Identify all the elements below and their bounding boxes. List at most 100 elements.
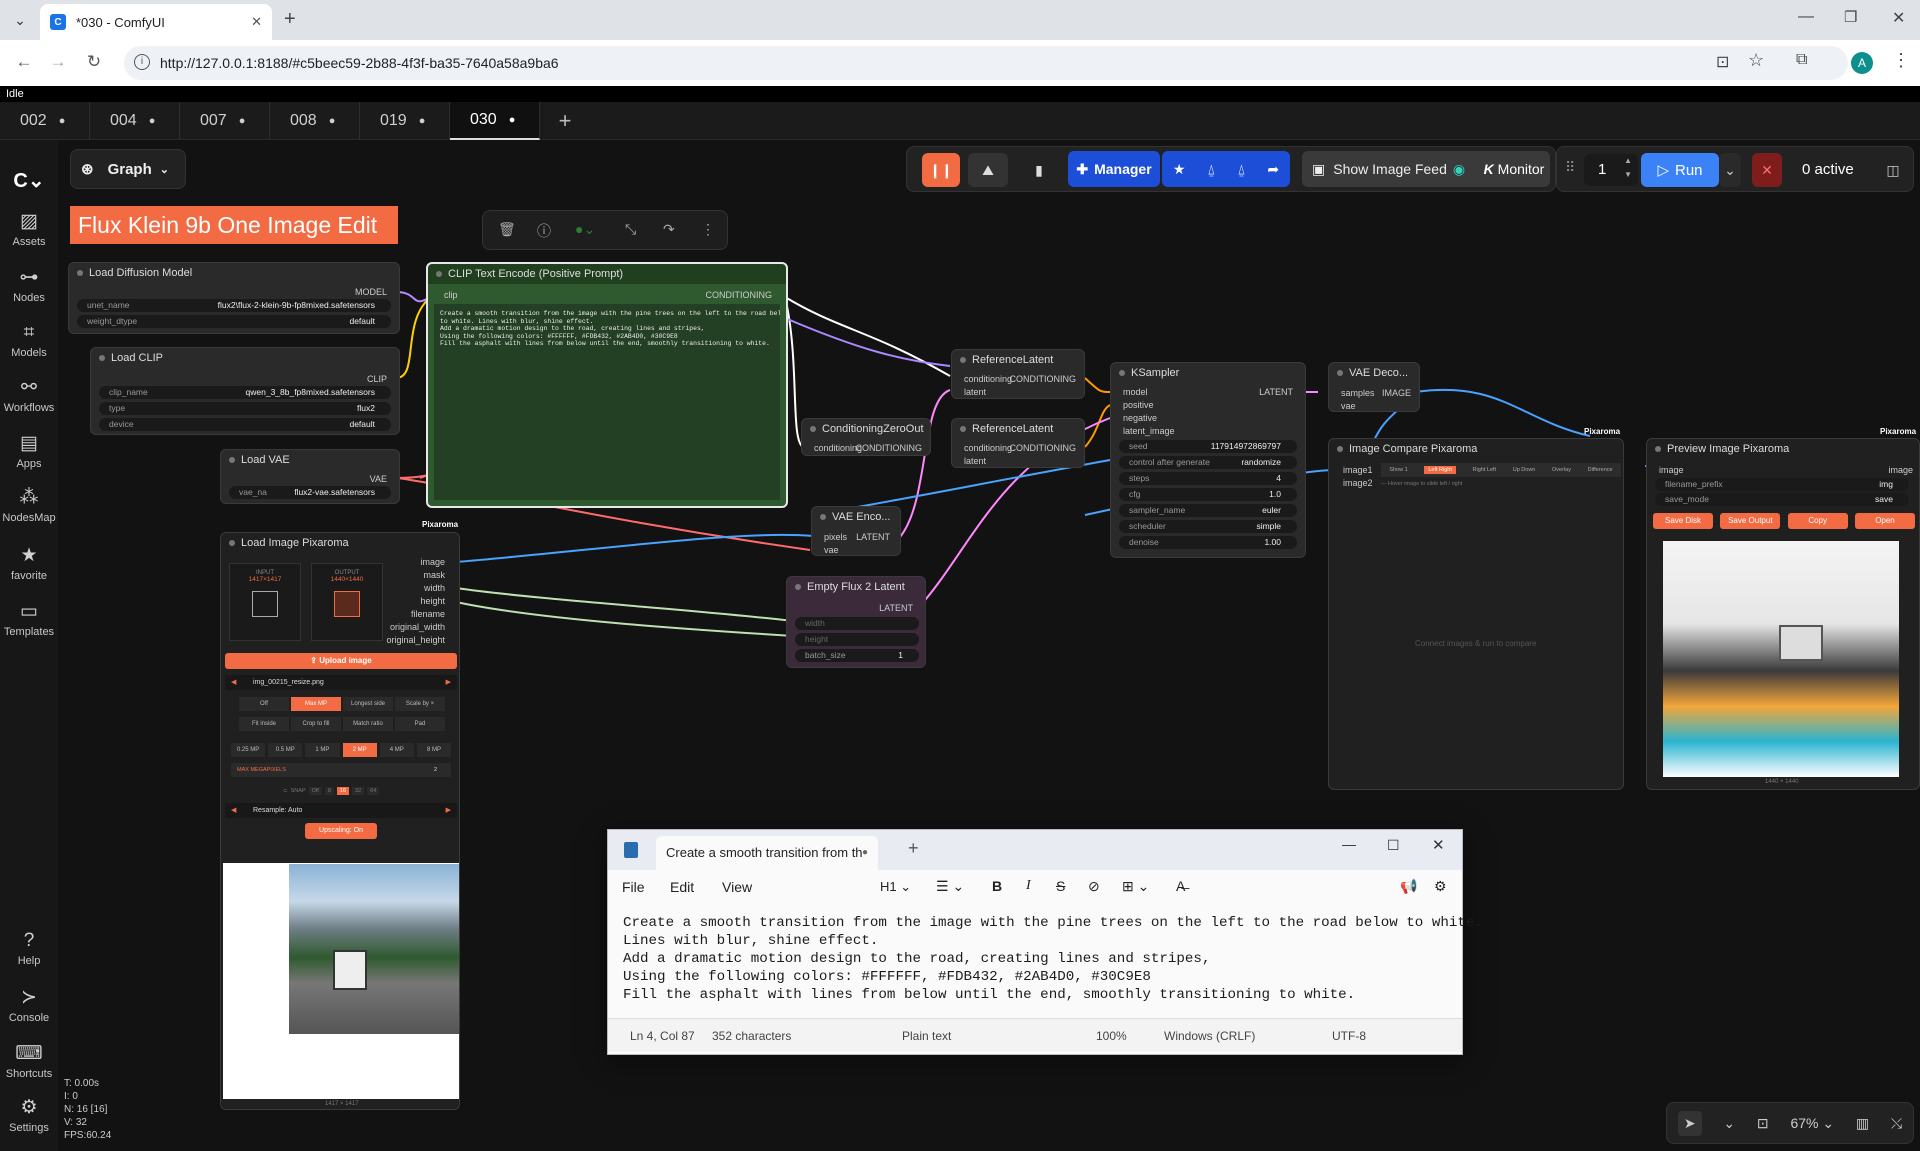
batch-size-widget[interactable]: batch_size 1 bbox=[795, 649, 919, 662]
node-reference-latent[interactable]: ReferenceLatent conditioning CONDITIONIN… bbox=[951, 418, 1085, 468]
node-clip-text-encode[interactable]: CLIP Text Encode (Positive Prompt) clip … bbox=[426, 262, 788, 508]
node-load-diffusion-model[interactable]: Load Diffusion Model MODEL unet_name flux… bbox=[68, 262, 400, 334]
resample-select[interactable]: Resample: Auto ◀ ▶ bbox=[225, 803, 457, 818]
mp-option[interactable]: 0.25 MP bbox=[231, 743, 266, 757]
new-tab-icon[interactable]: + bbox=[908, 838, 919, 859]
node-empty-flux2-latent[interactable]: Empty Flux 2 Latent LATENT width height … bbox=[786, 576, 926, 668]
node-load-clip[interactable]: Load CLIP CLIP clip_name qwen_3_8b_fp8mix… bbox=[90, 347, 400, 435]
widget-value: flux2-vae.safetensors bbox=[294, 487, 375, 497]
save-output-button[interactable]: Save Output bbox=[1720, 513, 1781, 529]
steps-widget[interactable]: steps 4 bbox=[1119, 472, 1297, 485]
height-input[interactable]: height bbox=[795, 633, 919, 646]
fit-option[interactable]: Off bbox=[239, 697, 289, 711]
table-icon[interactable]: ⊞ ⌄ bbox=[1122, 878, 1149, 895]
notepad-tab[interactable]: Create a smooth transition from th ● bbox=[656, 836, 878, 870]
link-icon[interactable]: ⊘ bbox=[1088, 878, 1100, 895]
control-after-generate-widget[interactable]: control after generate randomize bbox=[1119, 456, 1297, 469]
strikethrough-icon[interactable]: S bbox=[1056, 878, 1065, 894]
zoom-control[interactable]: 67% ⌄ bbox=[1790, 1115, 1834, 1132]
node-load-image-pixaroma[interactable]: Load Image Pixaroma image mask width hei… bbox=[220, 532, 460, 1110]
file-select[interactable]: img_00215_resize.png ◀ ▶ bbox=[225, 675, 457, 690]
fit-view-icon[interactable]: ⊡ bbox=[1757, 1115, 1769, 1132]
node-image-compare[interactable]: Image Compare Pixaroma image1 image2 Sho… bbox=[1328, 438, 1624, 790]
node-conditioning-zero-out[interactable]: ConditioningZeroOut conditioning CONDITI… bbox=[801, 418, 931, 456]
unet-name-widget[interactable]: unet_name flux2\flux-2-klein-9b-fp8mixed.… bbox=[77, 299, 391, 312]
node-vae-encode[interactable]: VAE Enco... pixels LATENT vae bbox=[811, 506, 901, 556]
mp-option-active[interactable]: 2 MP bbox=[342, 743, 377, 757]
upscaling-toggle[interactable]: Upscaling: On bbox=[305, 823, 377, 839]
denoise-widget[interactable]: denoise 1.00 bbox=[1119, 536, 1297, 549]
weight-dtype-widget[interactable]: weight_dtype default bbox=[77, 315, 391, 328]
node-load-vae[interactable]: Load VAE VAE vae_na flux2-vae.safetensors bbox=[220, 449, 400, 504]
notepad-textarea[interactable]: Create a smooth transition from the imag… bbox=[608, 904, 1483, 1018]
mp-option[interactable]: 8 MP bbox=[416, 743, 452, 757]
node-reference-latent[interactable]: ReferenceLatent conditioning CONDITIONIN… bbox=[951, 349, 1085, 399]
snap-option[interactable]: Off bbox=[308, 787, 322, 795]
copilot-icon[interactable]: 📢 bbox=[1400, 878, 1417, 895]
mode-tab[interactable]: Difference bbox=[1588, 467, 1613, 473]
mode-tab[interactable]: Overlay bbox=[1552, 467, 1571, 473]
fit-behavior[interactable]: Match ratio bbox=[343, 717, 393, 731]
mode-tab[interactable]: Show 1 bbox=[1389, 467, 1407, 473]
filename-prefix-widget[interactable]: filename_prefix img bbox=[1655, 478, 1909, 491]
clip-name-widget[interactable]: clip_name qwen_3_8b_fp8mixed.safetensors bbox=[99, 386, 391, 399]
hide-links-icon[interactable]: ⤯ bbox=[1891, 1115, 1902, 1132]
copy-button[interactable]: Copy bbox=[1787, 513, 1848, 529]
heading-select[interactable]: H1 ⌄ bbox=[880, 879, 911, 895]
clear-format-icon[interactable]: A̶ bbox=[1176, 878, 1185, 894]
mp-option[interactable]: 1 MP bbox=[305, 743, 340, 757]
fit-option[interactable]: Longest side bbox=[343, 697, 393, 711]
prompt-textarea[interactable]: Create a smooth transition from the imag… bbox=[434, 304, 780, 500]
width-input[interactable]: width bbox=[795, 617, 919, 630]
minimap-icon[interactable]: ▥ bbox=[1856, 1115, 1869, 1132]
vae-name-widget[interactable]: vae_na flux2-vae.safetensors bbox=[229, 486, 391, 499]
menu-file[interactable]: File bbox=[622, 879, 645, 895]
close-icon[interactable]: ✕ bbox=[1432, 836, 1445, 854]
fit-behavior[interactable]: Pad bbox=[395, 717, 445, 731]
mode-tab-active[interactable]: Left Right bbox=[1424, 466, 1456, 474]
save-disk-button[interactable]: Save Disk bbox=[1653, 513, 1713, 529]
node-preview-image[interactable]: Preview Image Pixaroma image image filen… bbox=[1646, 438, 1920, 790]
snap-option[interactable]: 8 bbox=[324, 787, 334, 795]
max-megapixels-widget[interactable]: MAX MEGAPIXELS 2 bbox=[231, 763, 451, 777]
next-icon[interactable]: ▶ bbox=[446, 803, 451, 818]
menu-view[interactable]: View bbox=[722, 879, 752, 895]
mp-option[interactable]: 4 MP bbox=[379, 743, 414, 757]
prev-icon[interactable]: ◀ bbox=[231, 675, 236, 690]
minimize-icon[interactable]: — bbox=[1342, 836, 1356, 852]
format-mode[interactable]: Plain text bbox=[902, 1029, 951, 1043]
widget-label: device bbox=[109, 419, 134, 429]
sampler-name-widget[interactable]: sampler_name euler bbox=[1119, 504, 1297, 517]
list-icon[interactable]: ☰ ⌄ bbox=[936, 878, 964, 895]
bold-icon[interactable]: B bbox=[992, 878, 1002, 894]
select-tool-icon[interactable]: ➤ bbox=[1677, 1110, 1702, 1136]
clip-device-widget[interactable]: device default bbox=[99, 418, 391, 431]
save-mode-widget[interactable]: save_mode save bbox=[1655, 493, 1909, 506]
snap-option[interactable]: 64 bbox=[367, 787, 380, 795]
snap-option-active[interactable]: 16 bbox=[336, 787, 350, 795]
mp-option[interactable]: 0.5 MP bbox=[268, 743, 303, 757]
settings-gear-icon[interactable]: ⚙ bbox=[1434, 878, 1447, 895]
mode-tab[interactable]: Up Down bbox=[1513, 467, 1536, 473]
cfg-widget[interactable]: cfg 1.0 bbox=[1119, 488, 1297, 501]
snap-option[interactable]: 32 bbox=[352, 787, 365, 795]
menu-edit[interactable]: Edit bbox=[670, 879, 694, 895]
fit-option[interactable]: Scale by × bbox=[395, 697, 445, 711]
italic-icon[interactable]: I bbox=[1026, 878, 1031, 894]
next-icon[interactable]: ▶ bbox=[446, 675, 451, 690]
open-button[interactable]: Open bbox=[1854, 513, 1915, 529]
chevron-down-icon[interactable]: ⌄ bbox=[1723, 1115, 1735, 1132]
scheduler-widget[interactable]: scheduler simple bbox=[1119, 520, 1297, 533]
prev-icon[interactable]: ◀ bbox=[231, 803, 236, 818]
fit-option-active[interactable]: Max MP bbox=[291, 697, 341, 711]
node-vae-decode[interactable]: VAE Deco... samples IMAGE vae bbox=[1328, 362, 1420, 412]
fit-behavior[interactable]: Crop to fill bbox=[291, 717, 341, 731]
upload-image-button[interactable]: ⇪ Upload image bbox=[225, 653, 457, 669]
seed-widget[interactable]: seed 117914972869797 bbox=[1119, 440, 1297, 453]
maximize-icon[interactable]: ☐ bbox=[1387, 837, 1400, 854]
clip-type-widget[interactable]: type flux2 bbox=[99, 402, 391, 415]
fit-behavior[interactable]: Fit inside bbox=[239, 717, 289, 731]
node-ksampler[interactable]: KSampler model positive negative latent_… bbox=[1110, 362, 1306, 558]
compare-mode-tabs[interactable]: Show 1 Left Right Right Left Up Down Ove… bbox=[1381, 463, 1621, 477]
mode-tab[interactable]: Right Left bbox=[1473, 467, 1497, 473]
